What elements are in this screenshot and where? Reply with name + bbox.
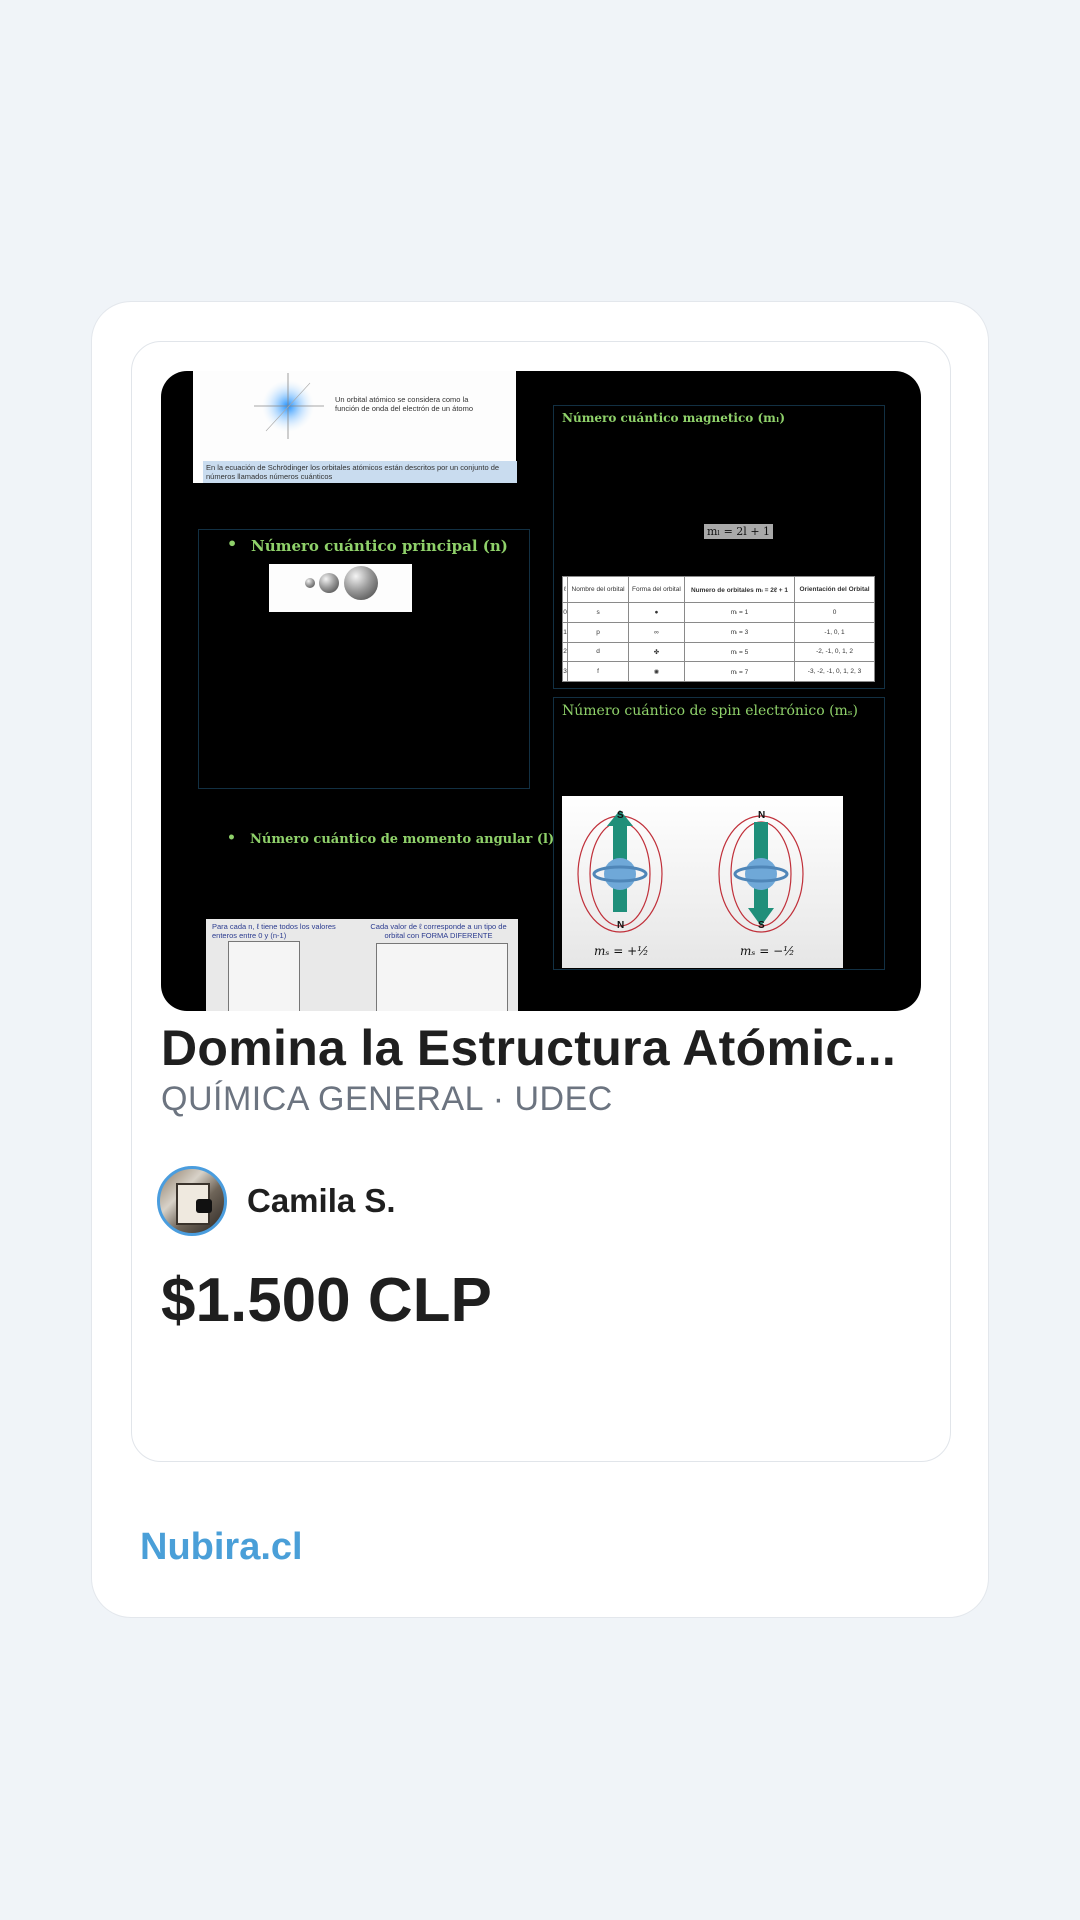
- orbital-shape-mini-table: [376, 943, 508, 1011]
- slide-orbital: Un orbital atómico se considera como la …: [193, 371, 517, 483]
- spin-heading: Número cuántico de spin electrónico (mₛ): [562, 703, 858, 719]
- table-cell: -3, -2, -1, 0, 1, 2, 3: [794, 661, 875, 682]
- author-name[interactable]: Camila S.: [247, 1181, 396, 1221]
- schrodinger-text: En la ecuación de Schrödinger los orbita…: [203, 461, 517, 483]
- listing-title[interactable]: Domina la Estructura Atómic...: [161, 1018, 921, 1078]
- listing-outer-card[interactable]: Un orbital atómico se considera como la …: [91, 301, 989, 1618]
- pole-label: N: [758, 810, 766, 821]
- price: $1.500 CLP: [161, 1266, 492, 1335]
- spin-up-label: mₛ = +½: [594, 944, 649, 958]
- orbital-s-icon: ●: [627, 602, 685, 623]
- document-preview-image[interactable]: Un orbital atómico se considera como la …: [161, 371, 921, 1011]
- principal-heading: Número cuántico principal (n): [251, 537, 508, 555]
- avatar-photo-detail: [196, 1199, 212, 1213]
- pole-label: S: [617, 810, 624, 821]
- orbital-p-icon: ∞: [627, 621, 685, 643]
- table-header: Numero de orbitales mₗ = 2ℓ + 1: [683, 576, 796, 603]
- table-cell: -2, -1, 0, 1, 2: [794, 641, 875, 663]
- pole-label: N: [617, 920, 625, 931]
- orbital-cloud-icon: [254, 373, 324, 439]
- sphere-n1: [305, 578, 315, 588]
- angular-heading: Número cuántico de momento angular (l): [250, 832, 555, 847]
- table-cell: s: [567, 602, 629, 623]
- table-header: Nombre del orbital: [567, 576, 629, 603]
- table-cell: mₗ = 7: [683, 661, 796, 682]
- magnetic-table: ℓ Nombre del orbital Forma del orbital N…: [561, 576, 875, 682]
- orbital-text: Un orbital atómico se considera como la …: [335, 395, 474, 413]
- magnetic-formula: mₗ = 2l + 1: [704, 524, 774, 539]
- slide-magnetic: Número cuántico magnetico (mₗ) mₗ = 2l +…: [553, 405, 885, 689]
- orbital-f-icon: ✺: [627, 661, 685, 682]
- principal-bullet: •: [227, 534, 238, 553]
- listing-card[interactable]: Un orbital atómico se considera como la …: [131, 341, 951, 1462]
- brand-link[interactable]: Nubira.cl: [140, 1524, 303, 1570]
- spin-down-label: mₛ = −½: [740, 944, 795, 958]
- table-cell: mₗ = 3: [683, 621, 796, 643]
- table-cell: mₗ = 1: [683, 602, 796, 623]
- spin-down-electron-icon: [718, 815, 804, 933]
- slide-spin: Número cuántico de spin electrónico (mₛ): [553, 697, 885, 970]
- table-cell: 0: [794, 602, 875, 623]
- course-subtitle: QUÍMICA GENERAL · UDEC: [161, 1080, 613, 1118]
- table-header: Forma del orbital: [627, 576, 685, 603]
- sphere-n3: [344, 566, 378, 600]
- angular-note-left: Para cada n, ℓ tiene todos los valores e…: [212, 922, 336, 940]
- slide-angular-table: Para cada n, ℓ tiene todos los valores e…: [206, 919, 518, 1011]
- pole-label: S: [758, 920, 765, 931]
- slide-principal: • Número cuántico principal (n): [198, 529, 530, 789]
- table-cell: f: [567, 661, 629, 682]
- table-cell: -1, 0, 1: [794, 621, 875, 643]
- author-avatar[interactable]: [157, 1166, 227, 1236]
- table-cell: d: [567, 641, 629, 663]
- table-cell: p: [567, 621, 629, 643]
- table-cell: mₗ = 5: [683, 641, 796, 663]
- table-header: Orientación del Orbital: [794, 576, 875, 603]
- orbital-d-icon: ✤: [627, 641, 685, 663]
- angular-bullet: •: [227, 830, 236, 846]
- angular-note-right: Cada valor de ℓ corresponde a un tipo de…: [370, 922, 507, 940]
- angular-mini-table: [228, 941, 300, 1011]
- magnetic-heading: Número cuántico magnetico (mₗ): [562, 411, 786, 425]
- sphere-n2: [319, 573, 339, 593]
- spin-figure: S N N S mₛ = +½ mₛ = −½: [562, 796, 843, 968]
- spheres-figure: [269, 564, 412, 612]
- spin-up-electron-icon: [577, 810, 663, 933]
